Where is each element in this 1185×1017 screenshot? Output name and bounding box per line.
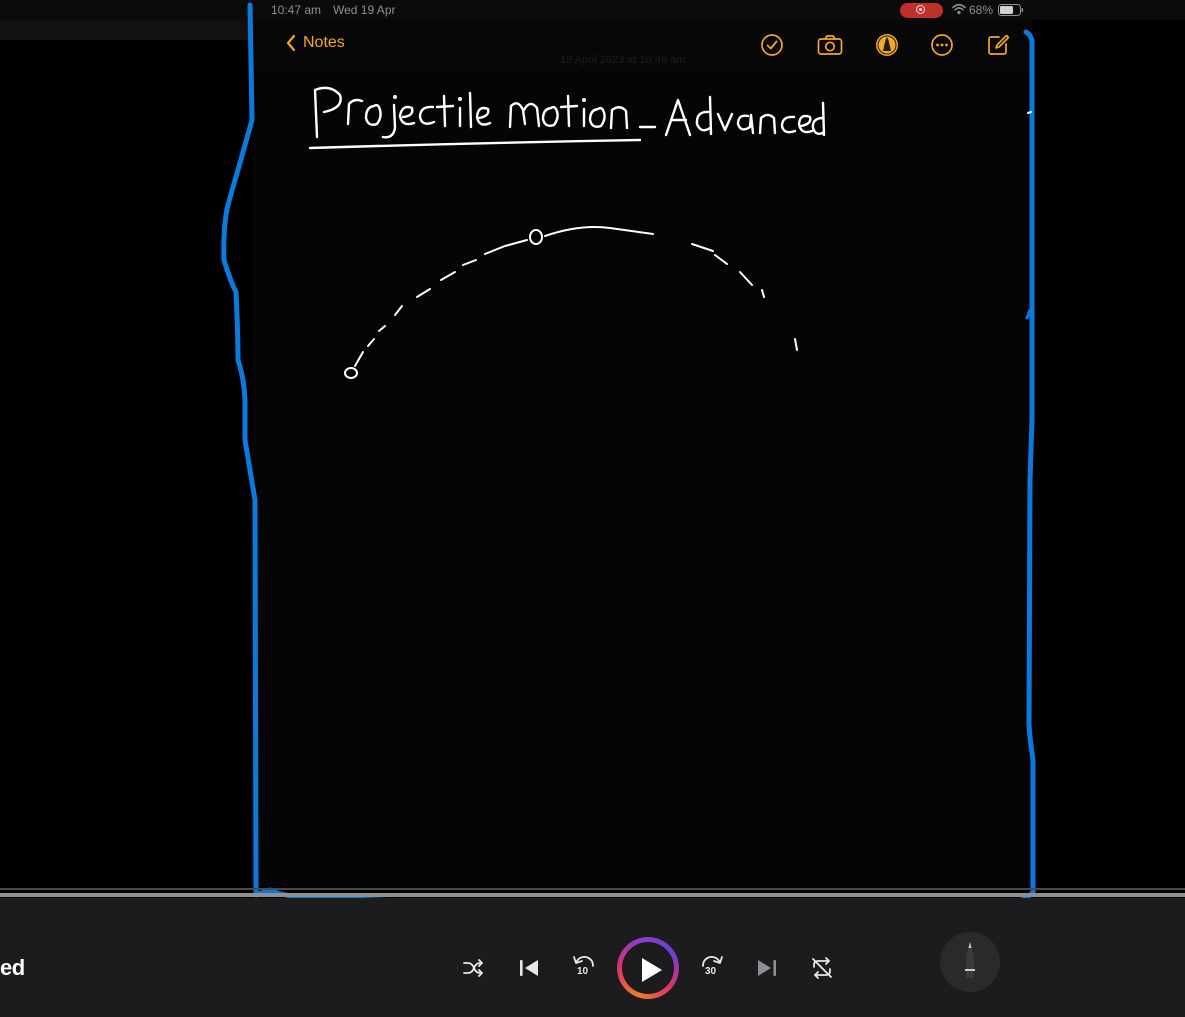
repeat-icon[interactable] — [809, 955, 835, 981]
compose-icon[interactable] — [986, 33, 1010, 57]
markup-icon[interactable] — [875, 33, 899, 57]
play-button[interactable] — [617, 937, 679, 999]
shuffle-icon[interactable] — [461, 956, 485, 980]
camera-icon[interactable] — [817, 33, 843, 57]
play-icon — [642, 958, 662, 982]
wifi-icon — [952, 3, 966, 15]
screen-recording-indicator[interactable] — [900, 3, 943, 18]
pencil-tool-button[interactable] — [940, 932, 1000, 992]
chevron-left-icon — [286, 34, 296, 52]
back-button[interactable]: Notes — [285, 34, 345, 52]
status-bar: 10:47 am Wed 19 Apr 68% — [0, 0, 1185, 20]
note-canvas[interactable] — [252, 70, 1032, 890]
pencil-icon — [965, 942, 975, 978]
next-icon[interactable] — [755, 956, 779, 980]
skip-forward-label: 30 — [705, 966, 717, 977]
checklist-icon[interactable] — [760, 33, 784, 57]
previous-icon[interactable] — [517, 956, 541, 980]
status-time: 10:47 am — [271, 3, 322, 17]
more-icon[interactable] — [930, 33, 954, 57]
back-label: Notes — [303, 34, 345, 51]
screen: 10:47 am Wed 19 Apr 68% Notes 19 April 2… — [0, 0, 1185, 1017]
status-date: Wed 19 Apr — [333, 3, 396, 17]
sidebar-strip — [0, 20, 252, 40]
battery-icon — [998, 4, 1024, 16]
divider — [0, 888, 1185, 890]
record-icon — [916, 5, 925, 14]
skip-back-label: 10 — [577, 966, 589, 977]
note-date: 19 April 2023 at 10:46 am — [560, 54, 686, 66]
play-button-inner — [622, 942, 674, 994]
progress-track[interactable] — [0, 893, 1185, 897]
track-title: ed — [0, 955, 25, 980]
battery-percentage: 68% — [969, 3, 994, 17]
